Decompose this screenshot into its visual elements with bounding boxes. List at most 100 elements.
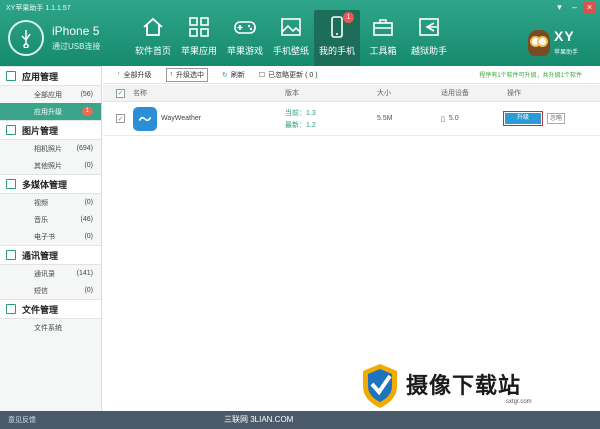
sidebar-section-apps[interactable]: 应用管理 [0, 66, 101, 86]
item-count: (46) [80, 216, 93, 223]
row-ignore-button[interactable]: 忽略 [547, 113, 565, 124]
menu-icon[interactable]: ▾ [553, 2, 566, 13]
jailbreak-icon [419, 18, 439, 36]
nav-label: 越狱助手 [410, 46, 447, 56]
item-count: (141) [76, 270, 93, 277]
row-upgrade-button[interactable]: 升级 [503, 111, 543, 126]
sidebar-item-app-upgrade[interactable]: 应用升级 1 [0, 103, 101, 120]
header-action: 操作 [507, 90, 521, 97]
sidebar-item-video[interactable]: 视频 (0) [0, 194, 101, 211]
nav-label: 苹果游戏 [226, 46, 263, 56]
app-name: WayWeather [161, 115, 202, 122]
nav-label: 苹果应用 [180, 46, 217, 56]
item-count: (0) [84, 199, 93, 206]
picture-icon [6, 125, 16, 135]
version-current: 当前：1.3 [285, 109, 316, 117]
nav-games[interactable]: 苹果游戏 [222, 10, 268, 62]
nav-apps[interactable]: 苹果应用 [176, 10, 222, 62]
close-icon[interactable]: × [583, 2, 596, 13]
item-label: 全部应用 [34, 91, 62, 99]
sidebar-item-file-system[interactable]: 文件系统 [0, 319, 101, 336]
sidebar-section-pictures[interactable]: 图片管理 [0, 120, 101, 140]
sidebar-item-music[interactable]: 音乐 (46) [0, 211, 101, 228]
owl-logo-icon [528, 30, 550, 56]
brand-mark: XY [554, 28, 575, 44]
item-label: 相机照片 [34, 145, 62, 153]
watermark-text: 摄像下载站 [406, 374, 522, 399]
upgrade-all-button[interactable]: ↑ 全部升级 [117, 70, 152, 80]
ignore-icon: ☐ [258, 71, 266, 79]
sidebar-item-ebook[interactable]: 电子书 (0) [0, 228, 101, 245]
row-checkbox[interactable]: ✓ [116, 114, 125, 123]
usb-icon [8, 20, 44, 56]
device-name: iPhone 5 [52, 24, 100, 38]
button-label: 已忽略更新 ( 0 ) [268, 71, 318, 79]
item-label: 其他照片 [34, 162, 62, 170]
sidebar-item-address-book[interactable]: 通讯录 (141) [0, 265, 101, 282]
feedback-link[interactable]: 意见反馈 [8, 415, 36, 425]
nav-label: 工具箱 [369, 46, 397, 56]
button-label: 全部升级 [123, 71, 152, 79]
nav-toolbox[interactable]: 工具箱 [360, 10, 406, 62]
home-icon [143, 17, 163, 36]
image-icon [281, 18, 301, 36]
refresh-button[interactable]: ↻ 刷新 [222, 70, 245, 80]
upgrade-summary: 程序有1个软件可升级，共升级1个软件 [479, 73, 582, 79]
apps-grid-icon [189, 17, 209, 37]
upgrade-icon: ↑ [117, 71, 121, 78]
version-latest: 最新：1.2 [285, 121, 316, 129]
device-icon: ▯ [441, 115, 445, 123]
item-label: 通讯录 [34, 270, 55, 278]
button-label: 升级选中 [176, 71, 204, 79]
sidebar-item-sms[interactable]: 短信 (0) [0, 282, 101, 299]
item-count: (0) [84, 233, 93, 240]
sidebar-section-contacts[interactable]: 通讯管理 [0, 245, 101, 265]
window-title: XY苹果助手 1.1.1.57 [6, 5, 71, 12]
header-name: 名称 [133, 90, 147, 97]
upgrade-selected-button[interactable]: ↑ 升级选中 [165, 67, 208, 82]
nav-jailbreak[interactable]: 越狱助手 [406, 10, 452, 62]
sidebar-item-camera-photos[interactable]: 相机照片 (694) [0, 140, 101, 157]
section-title: 文件管理 [22, 304, 59, 315]
header-size: 大小 [377, 90, 391, 97]
item-count: (0) [84, 162, 93, 169]
nav-label: 软件首页 [134, 46, 171, 56]
button-label: 升级 [505, 113, 541, 124]
media-icon [6, 179, 16, 189]
item-label: 音乐 [34, 216, 48, 224]
item-label: 应用升级 [34, 108, 62, 116]
app-header: XY苹果助手 1.1.1.57 ▾ – × iPhone 5 通过USB连接 软… [0, 0, 600, 66]
status-bar: 意见反馈 三联网 3LIAN.COM [0, 411, 600, 429]
gamepad-icon [234, 21, 256, 34]
item-count: (0) [84, 287, 93, 294]
table-row[interactable]: ✓ WayWeather 当前：1.3 最新：1.2 5.5M ▯ 5.0 升级… [103, 102, 600, 136]
nav-my-phone[interactable]: 1 我的手机 [314, 10, 360, 66]
button-label: 刷新 [230, 71, 245, 79]
nav-wallpaper[interactable]: 手机壁纸 [268, 10, 314, 62]
app-size: 5.5M [377, 115, 393, 122]
sidebar-item-other-photos[interactable]: 其他照片 (0) [0, 157, 101, 174]
section-title: 通讯管理 [22, 250, 59, 261]
select-all-checkbox[interactable]: ✓ [116, 88, 125, 98]
sidebar-item-all-apps[interactable]: 全部应用 (56) [0, 86, 101, 103]
wayweather-app-icon [133, 106, 157, 131]
item-label: 文件系统 [34, 324, 62, 332]
minimize-icon[interactable]: – [568, 2, 581, 13]
item-label: 视频 [34, 199, 48, 207]
upgrade-icon: ↑ [169, 71, 174, 78]
upgrade-table: ✓ 名称 版本 大小 适用设备 操作 ✓ WayWeather 当前：1.3 最… [103, 85, 600, 136]
nav-label: 手机壁纸 [272, 46, 309, 56]
device-info[interactable]: iPhone 5 通过USB连接 [8, 16, 120, 60]
ignored-updates-button[interactable]: ☐ 已忽略更新 ( 0 ) [259, 70, 318, 80]
section-title: 应用管理 [22, 71, 59, 82]
header-version: 版本 [285, 90, 299, 97]
item-label: 电子书 [34, 233, 55, 241]
toolbar: ↑ 全部升级 ↑ 升级选中 ↻ 刷新 ☐ 已忽略更新 ( 0 ) 程序有1个软件可升级，… [103, 66, 600, 84]
item-count-badge: 1 [81, 107, 93, 116]
toolbox-icon [373, 19, 393, 36]
folder-icon [6, 304, 16, 314]
sidebar-section-media[interactable]: 多媒体管理 [0, 174, 101, 194]
nav-home[interactable]: 软件首页 [130, 10, 176, 62]
watermark-shield-icon [363, 364, 397, 408]
sidebar-section-files[interactable]: 文件管理 [0, 299, 101, 319]
